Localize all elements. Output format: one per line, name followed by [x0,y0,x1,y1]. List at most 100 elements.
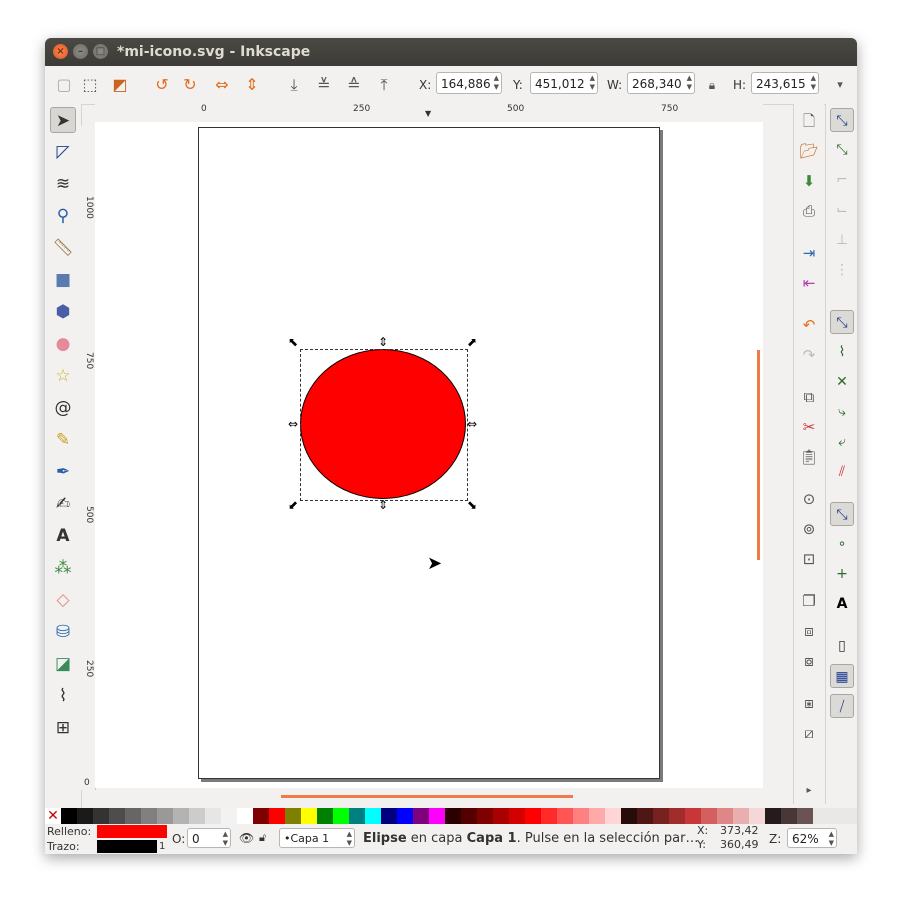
palette-swatch[interactable] [61,808,77,824]
select-all-icon[interactable]: ▢ [53,74,75,96]
snap-object-centers-icon[interactable]: ∘ [830,532,854,556]
palette-swatch[interactable] [637,808,653,824]
stroke-indicator[interactable] [97,840,157,853]
rectangle-tool-icon[interactable]: ■ [50,267,76,293]
snap-rotation-centers-icon[interactable]: + [830,562,854,586]
rotate-ccw-icon[interactable]: ↺ [151,74,173,96]
spin-arrows-icon[interactable]: ▲ ▼ [223,830,228,848]
ellipse-tool-icon[interactable]: ● [50,331,76,357]
rotate-cw-icon[interactable]: ↻ [179,74,201,96]
layer-visibility-icon[interactable]: 👁︎ [239,831,254,845]
palette-swatch[interactable] [541,808,557,824]
no-paint-swatch-icon[interactable]: ✕ [45,808,61,824]
dropper-tool-icon[interactable]: ⌇ [50,683,76,709]
palette-swatch[interactable] [253,808,269,824]
palette-swatch[interactable] [381,808,397,824]
maximize-window-button[interactable]: □ [93,44,108,59]
snap-bbox-edges-icon[interactable]: ⌐ [830,168,854,192]
zoom-tool-icon[interactable]: ⚲ [50,203,76,229]
palette-swatch[interactable] [733,808,749,824]
palette-swatch[interactable] [717,808,733,824]
bucket-tool-icon[interactable]: ⛁ [50,619,76,645]
palette-swatch[interactable] [621,808,637,824]
selector-tool-icon[interactable]: ➤ [50,107,76,133]
palette-swatch[interactable] [765,808,781,824]
palette-swatch[interactable] [477,808,493,824]
palette-swatch[interactable] [317,808,333,824]
cut-icon[interactable]: ✂ [798,416,820,438]
palette-swatch[interactable] [301,808,317,824]
scale-handle-s-icon[interactable]: ⇕ [376,498,390,512]
zoom-field[interactable]: 62% ▲ ▼ [787,828,837,848]
palette-swatch[interactable] [573,808,589,824]
palette-swatch[interactable] [333,808,349,824]
spin-arrows-icon[interactable]: ▲ ▼ [687,74,692,92]
palette-swatch[interactable] [445,808,461,824]
snap-text-baseline-icon[interactable]: A [830,592,854,616]
zoom-page-icon[interactable]: ⊡ [798,548,820,570]
snap-toggle-icon[interactable]: ⤡ [830,108,854,132]
eraser-tool-icon[interactable]: ◇ [50,587,76,613]
palette-swatch[interactable] [77,808,93,824]
palette-swatch[interactable] [413,808,429,824]
lower-icon[interactable]: ≚ [313,74,335,96]
palette-swatch[interactable] [205,808,221,824]
palette-swatch[interactable] [109,808,125,824]
open-icon[interactable]: 📂︎ [798,140,820,162]
fill-indicator[interactable] [97,825,167,838]
palette-swatch[interactable] [93,808,109,824]
snap-page-border-icon[interactable]: ▯ [830,634,854,658]
undo-icon[interactable]: ↶ [798,314,820,336]
palette-swatch[interactable] [189,808,205,824]
snap-bbox-corners-icon[interactable]: ⌙ [830,198,854,222]
palette-swatch[interactable] [669,808,685,824]
measure-tool-icon[interactable]: 📏︎ [50,235,76,261]
copy-icon[interactable]: ⧉ [798,386,820,408]
duplicate-icon[interactable]: ❐ [798,590,820,612]
palette-swatch[interactable] [493,808,509,824]
snap-cusp-nodes-icon[interactable]: ⤷ [830,400,854,424]
star-tool-icon[interactable]: ☆ [50,363,76,389]
snap-bbox-centers-icon[interactable]: ⋮ [830,258,854,282]
palette-swatch[interactable] [781,808,797,824]
snap-paths-icon[interactable]: ⌇ [830,340,854,364]
node-tool-icon[interactable]: ◸ [50,139,76,165]
palette-swatch[interactable] [349,808,365,824]
raise-to-top-icon[interactable]: ⤒ [373,74,395,96]
scale-handle-ne-icon[interactable]: ⬈ [465,335,479,349]
scale-handle-n-icon[interactable]: ⇕ [376,335,390,349]
panel-expand-icon[interactable]: ▸ [798,780,820,802]
select-all-layers-icon[interactable]: ⬚ [79,74,101,96]
flip-horizontal-icon[interactable]: ⇔ [211,74,233,96]
close-window-button[interactable]: × [53,44,68,59]
connector-tool-icon[interactable]: ⊞ [50,715,76,741]
redo-icon[interactable]: ↷ [798,344,820,366]
snap-bbox-midpoints-icon[interactable]: ⊥ [830,228,854,252]
print-icon[interactable]: ⎙ [798,200,820,222]
flip-vertical-icon[interactable]: ⇕ [241,74,263,96]
horizontal-scrollbar[interactable] [281,795,573,798]
x-field[interactable]: 164,886 ▲ ▼ [436,72,502,94]
save-icon[interactable]: ⬇ [798,170,820,192]
palette-swatch[interactable] [589,808,605,824]
snap-smooth-nodes-icon[interactable]: ⤶ [830,430,854,454]
palette-swatch[interactable] [749,808,765,824]
snap-others-icon[interactable]: ⤡ [830,502,854,526]
lower-to-bottom-icon[interactable]: ⤓ [283,74,305,96]
export-icon[interactable]: ⇤ [798,272,820,294]
snap-nodes-icon[interactable]: ⤡ [830,310,854,334]
pen-tool-icon[interactable]: ✒ [50,459,76,485]
clone-icon[interactable]: ⧈ [798,620,820,642]
import-icon[interactable]: ⇥ [798,242,820,264]
gradient-tool-icon[interactable]: ◪ [50,651,76,677]
spin-arrows-icon[interactable]: ▲ ▼ [829,830,834,848]
palette-swatch[interactable] [141,808,157,824]
palette-swatch[interactable] [509,808,525,824]
palette-swatch[interactable] [397,808,413,824]
snap-bbox-icon[interactable]: ⤡ [830,138,854,162]
deselect-icon[interactable]: ◩ [109,74,131,96]
spin-arrows-icon[interactable]: ▲ ▼ [347,830,352,848]
palette-swatch[interactable] [525,808,541,824]
group-icon[interactable]: ⧆ [798,692,820,714]
raise-icon[interactable]: ≙ [343,74,365,96]
